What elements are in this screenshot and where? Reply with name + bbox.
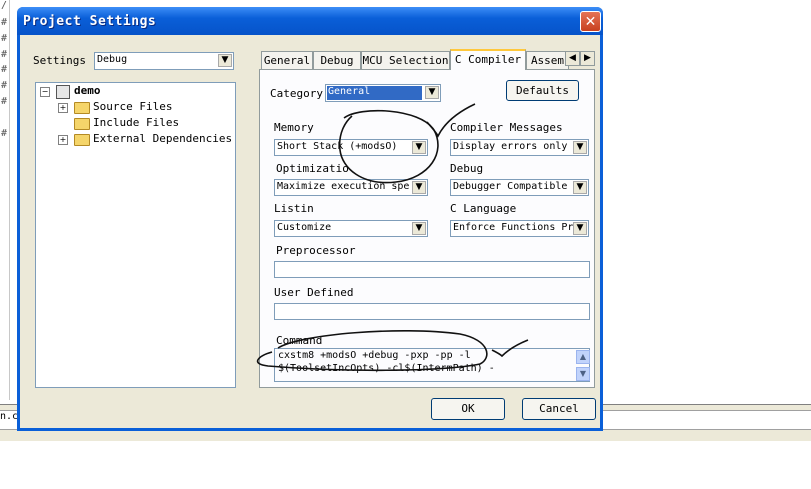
annotation-check-memory [426,103,476,138]
annotation-circle-command [256,330,488,372]
annotation-circle-memory [338,109,439,184]
annotation-overlay [256,103,529,372]
annotation-check-command [491,339,529,358]
